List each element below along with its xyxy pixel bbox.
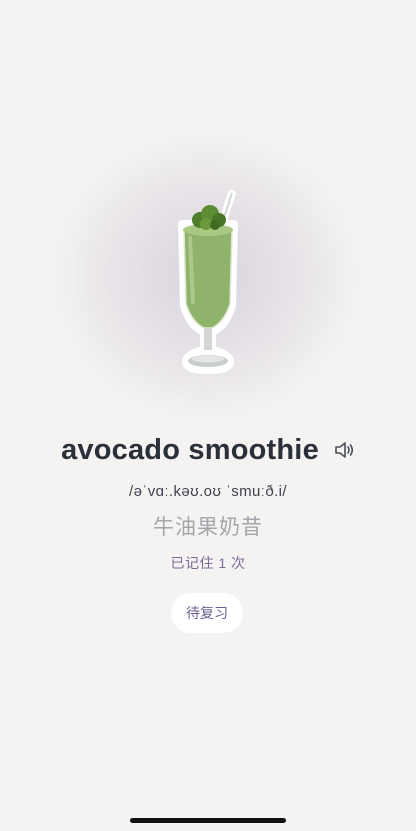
speaker-icon[interactable] xyxy=(333,439,355,461)
avocado-smoothie-illustration xyxy=(178,189,238,374)
home-indicator[interactable] xyxy=(130,818,286,823)
review-status-button[interactable]: 待复习 xyxy=(171,593,243,633)
chinese-translation: 牛油果奶昔 xyxy=(153,516,263,539)
phonetic-transcription: /əˈvɑː.kəʊ.oʊ ˈsmuːð.i/ xyxy=(129,483,287,500)
word-title: avocado smoothie xyxy=(61,433,319,466)
word-row: avocado smoothie xyxy=(0,428,416,472)
memory-count: 已记住 1 次 xyxy=(170,555,246,571)
